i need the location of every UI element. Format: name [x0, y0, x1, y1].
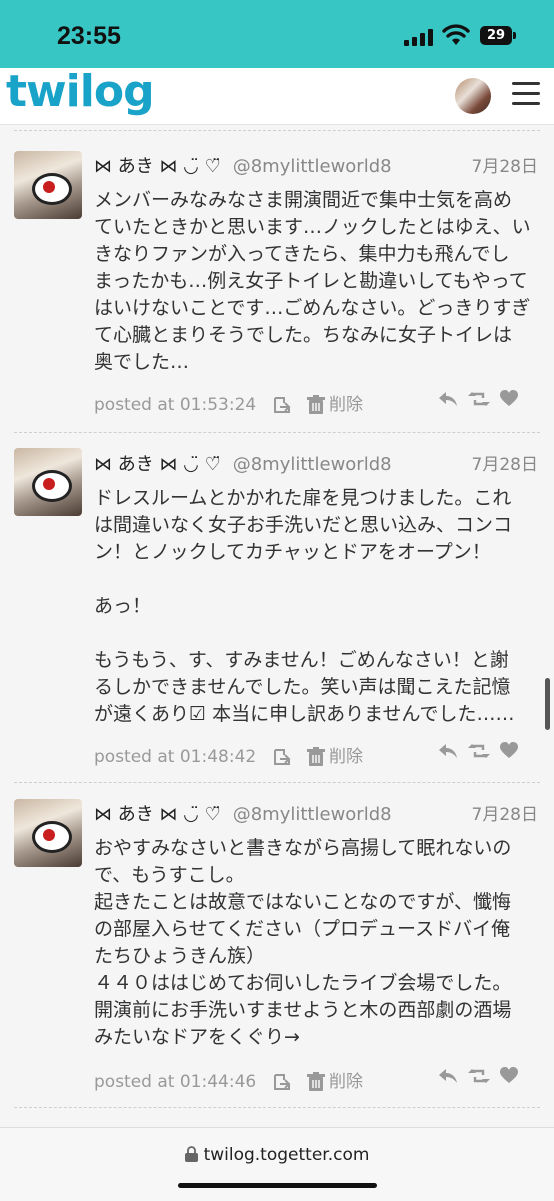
address-bar[interactable]: twilog.togetter.com — [0, 1145, 554, 1165]
tweet-date[interactable]: 7月28日 — [472, 152, 538, 177]
tweet-avatar[interactable] — [14, 799, 82, 867]
trash-icon[interactable] — [307, 395, 326, 415]
tweet-meta: posted at 01:53:24 削除 — [94, 390, 363, 415]
delete-link[interactable]: 削除 — [329, 747, 363, 767]
tweet-meta: posted at 01:44:46 削除 — [94, 1067, 363, 1092]
divider — [14, 782, 540, 783]
tweet-actions — [438, 742, 522, 764]
author-handle: @8mylittleworld8 — [232, 804, 392, 825]
tweet-actions — [438, 1067, 522, 1089]
tweet-item: ⋈ あき ⋈ ◡̈ ♡̈ @8mylittleworld8 7月28日 メンバーみ… — [0, 125, 554, 430]
tweet-meta: posted at 01:48:42 削除 — [94, 742, 363, 767]
cellular-signal-icon — [404, 28, 434, 46]
app-header: twilog — [0, 66, 554, 125]
tweet-avatar[interactable] — [14, 448, 82, 516]
delete-link[interactable]: 削除 — [329, 1072, 363, 1092]
browser-bottom-bar: twilog.togetter.com — [0, 1127, 554, 1201]
open-in-icon[interactable] — [272, 747, 292, 767]
url-text: twilog.togetter.com — [203, 1145, 370, 1165]
like-heart-icon[interactable] — [500, 1067, 518, 1088]
tweet-item: ⋈ あき ⋈ ◡̈ ♡̈ @8mylittleworld8 7月28日 おやすみな… — [0, 780, 554, 1110]
twilog-logo[interactable]: twilog — [6, 66, 155, 117]
divider — [14, 432, 540, 433]
tweet-author[interactable]: ⋈ あき ⋈ ◡̈ ♡̈ @8mylittleworld8 — [94, 152, 392, 178]
author-name: ⋈ あき ⋈ ◡̈ ♡̈ — [94, 804, 221, 825]
tweet-body: ドレスルームとかかれた扉を見つけました。これ は間違いなく女子お手洗いだと思い込… — [94, 487, 515, 725]
like-heart-icon[interactable] — [500, 390, 518, 411]
reply-icon[interactable] — [438, 390, 458, 412]
retweet-icon[interactable] — [468, 742, 490, 764]
author-handle: @8mylittleworld8 — [232, 454, 392, 475]
user-avatar[interactable] — [455, 78, 491, 114]
tweet-body: メンバーみなみなさま開演間近で集中士気を高め ていたときかと思います…ノックした… — [94, 189, 531, 373]
open-in-icon[interactable] — [272, 1072, 292, 1092]
reply-icon[interactable] — [438, 742, 458, 764]
status-time: 23:55 — [57, 22, 121, 50]
battery-tip — [513, 32, 516, 39]
author-name: ⋈ あき ⋈ ◡̈ ♡̈ — [94, 454, 221, 475]
tweet-timeline: ⋈ あき ⋈ ◡̈ ♡̈ @8mylittleworld8 7月28日 メンバーみ… — [0, 125, 554, 1125]
home-indicator[interactable] — [178, 1183, 377, 1188]
author-handle: @8mylittleworld8 — [232, 156, 392, 177]
divider — [14, 130, 540, 131]
trash-icon[interactable] — [307, 747, 326, 767]
battery-level: 29 — [486, 28, 506, 43]
scrollbar[interactable] — [545, 678, 550, 730]
posted-time[interactable]: posted at 01:48:42 — [94, 747, 256, 767]
open-in-icon[interactable] — [272, 395, 292, 415]
tweet-actions — [438, 390, 522, 412]
battery-icon: 29 — [480, 26, 512, 45]
divider — [14, 1107, 540, 1108]
retweet-icon[interactable] — [468, 1067, 490, 1089]
posted-time[interactable]: posted at 01:53:24 — [94, 395, 256, 415]
tweet-body: おやすみなさいと書きながら高揚して眠れないの で、もうすこし。 起きたことは故意… — [94, 837, 512, 1048]
retweet-icon[interactable] — [468, 390, 490, 412]
tweet-date[interactable]: 7月28日 — [472, 800, 538, 825]
posted-time[interactable]: posted at 01:44:46 — [94, 1072, 256, 1092]
tweet-author[interactable]: ⋈ あき ⋈ ◡̈ ♡̈ @8mylittleworld8 — [94, 450, 392, 476]
lock-icon — [184, 1146, 198, 1162]
tweet-author[interactable]: ⋈ あき ⋈ ◡̈ ♡̈ @8mylittleworld8 — [94, 800, 392, 826]
tweet-avatar[interactable] — [14, 151, 82, 219]
author-name: ⋈ あき ⋈ ◡̈ ♡̈ — [94, 156, 221, 177]
tweet-item: ⋈ あき ⋈ ◡̈ ♡̈ @8mylittleworld8 7月28日 ドレスルー… — [0, 430, 554, 780]
tweet-item-partial — [0, 1105, 554, 1125]
wifi-icon — [442, 24, 470, 45]
like-heart-icon[interactable] — [500, 742, 518, 763]
hamburger-menu-icon[interactable] — [512, 82, 540, 106]
delete-link[interactable]: 削除 — [329, 395, 363, 415]
reply-icon[interactable] — [438, 1067, 458, 1089]
tweet-date[interactable]: 7月28日 — [472, 450, 538, 475]
trash-icon[interactable] — [307, 1072, 326, 1092]
status-bar: 23:55 29 — [0, 0, 554, 68]
